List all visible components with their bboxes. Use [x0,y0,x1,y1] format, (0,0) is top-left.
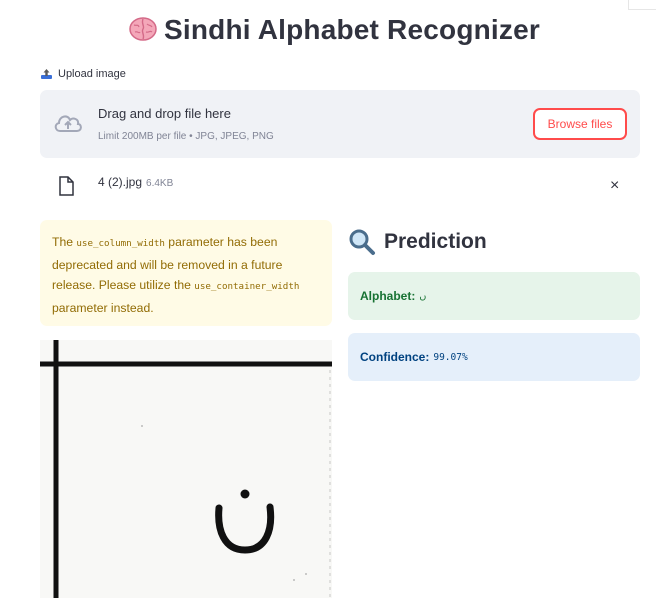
upload-label-text: Upload image [58,68,126,80]
confidence-value: 99.07% [433,351,468,363]
upload-label: Upload image [40,68,126,80]
file-icon [59,176,74,196]
warning-text-1: The [52,235,77,249]
alphabet-result: Alphabet: ں [348,272,640,320]
warning-code-1: use_column_width [76,238,165,249]
prediction-heading-text: Prediction [384,230,487,253]
confidence-result: Confidence: 99.07% [348,333,640,381]
window-corner [628,0,656,10]
alphabet-label: Alphabet: [360,289,416,303]
remove-file-button[interactable]: × [610,177,619,195]
browse-files-button[interactable]: Browse files [533,108,627,140]
uploaded-file-row: 4 (2).jpg 6.4KB × [40,170,640,204]
file-name: 4 (2).jpg 6.4KB [98,175,173,189]
file-size: 6.4KB [146,178,174,189]
prediction-heading: Prediction [348,228,487,256]
dropzone-instruction: Drag and drop file here [98,106,231,121]
deprecation-warning: The use_column_width parameter has been … [40,220,332,326]
dropzone-limit: Limit 200MB per file • JPG, JPEG, PNG [98,131,274,142]
magnifier-icon [349,229,375,255]
file-dropzone[interactable]: Drag and drop file here Limit 200MB per … [40,90,640,158]
brain-icon [129,17,157,41]
file-name-text: 4 (2).jpg [98,175,143,189]
cloud-upload-icon [54,115,82,132]
uploaded-image [40,340,332,598]
alphabet-value: ں [419,290,427,302]
page-title-text: Sindhi Alphabet Recognizer [164,14,540,45]
page-title: Sindhi Alphabet Recognizer [0,14,656,46]
upload-icon [41,69,52,79]
warning-text-3: parameter instead. [52,300,154,315]
handwritten-letter-image [40,340,332,598]
confidence-label: Confidence: [360,350,430,364]
warning-code-2: use_container_width [194,281,300,292]
